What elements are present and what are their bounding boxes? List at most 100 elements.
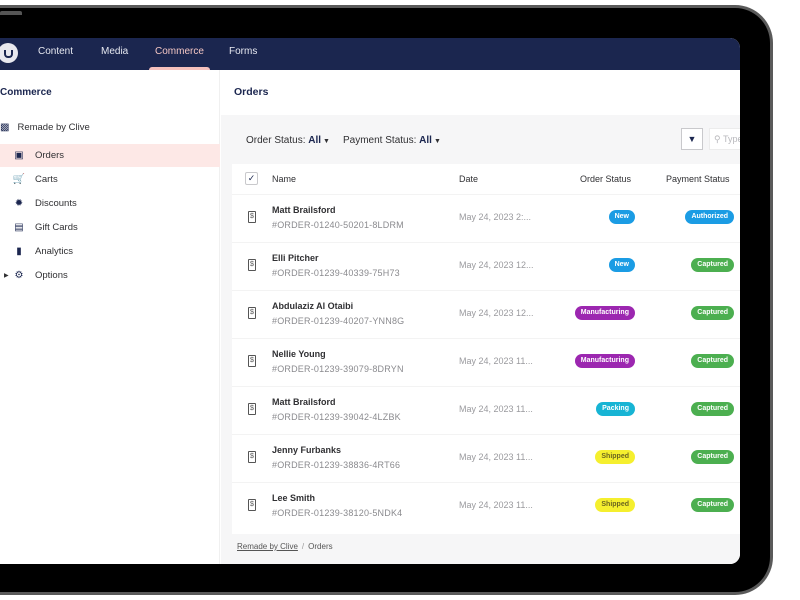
filter-label: Payment Status: — [343, 135, 417, 146]
order-date: May 24, 2023 11... — [459, 452, 533, 462]
breadcrumb: Remade by Clive / Orders — [237, 542, 333, 551]
order-number: #ORDER-01239-39079-8DRYN — [272, 364, 404, 374]
order-number: #ORDER-01240-50201-8LDRM — [272, 220, 404, 230]
sidebar-item-label: Gift Cards — [35, 222, 78, 233]
order-date: May 24, 2023 11... — [459, 500, 533, 510]
table-row[interactable]: $ Abdulaziz Al Otaibi #ORDER-01239-40207-Y… — [232, 290, 740, 338]
customer-name[interactable]: Nellie Young — [272, 349, 326, 359]
expand-caret-icon[interactable]: ▶ — [4, 272, 9, 279]
payment-status-badge: Captured — [691, 306, 734, 320]
column-header-order-status[interactable]: Order Status — [580, 174, 631, 184]
order-status-badge: Shipped — [595, 498, 635, 512]
order-date: May 24, 2023 11... — [459, 404, 533, 414]
customer-name[interactable]: Matt Brailsford — [272, 205, 336, 215]
order-date: May 24, 2023 11... — [459, 356, 533, 366]
customer-name[interactable]: Elli Pitcher — [272, 253, 319, 263]
filter-label: Order Status: — [246, 135, 306, 146]
table-row[interactable]: $ Nellie Young #ORDER-01239-39079-8DRYN May… — [232, 338, 740, 386]
order-status-badge: New — [608, 210, 635, 224]
order-number: #ORDER-01239-38836-4RT66 — [272, 460, 401, 470]
payment-status-badge: Captured — [691, 258, 734, 272]
chevron-down-icon: ▼ — [433, 138, 441, 145]
order-status-badge: Shipped — [595, 450, 635, 464]
breadcrumb-link-store[interactable]: Remade by Clive — [237, 542, 298, 551]
sidebar-item-label: Orders — [35, 150, 65, 161]
payment-status-badge: Captured — [691, 498, 734, 512]
store-icon: ▩ — [0, 122, 10, 133]
order-status-badge: Manufacturing — [574, 306, 635, 320]
chevron-down-icon: ▼ — [323, 138, 330, 145]
orders-table: ✓ Name Date Order Status Payment Status … — [232, 164, 740, 534]
breadcrumb-separator: / — [301, 542, 305, 551]
column-header-name[interactable]: Name — [272, 174, 296, 184]
nav-commerce[interactable]: Commerce — [149, 38, 210, 70]
customer-name[interactable]: Matt Brailsford — [272, 397, 336, 407]
order-date: May 24, 2023 12... — [459, 308, 534, 318]
order-date: May 24, 2023 2:... — [459, 212, 532, 222]
top-navigation: Content Media Commerce Forms — [0, 38, 740, 70]
order-status-badge: Manufacturing — [574, 354, 635, 368]
umbraco-logo-icon[interactable] — [0, 43, 18, 63]
chart-icon: ▮ — [16, 246, 22, 257]
column-header-date[interactable]: Date — [459, 174, 478, 184]
sidebar-store-label: Remade by Clive — [17, 122, 90, 133]
order-status-filter[interactable]: Order Status: All ▼ — [246, 135, 330, 146]
table-row[interactable]: $ Lee Smith #ORDER-01239-38120-5NDK4 May 24… — [232, 482, 740, 530]
column-header-payment-status[interactable]: Payment Status — [666, 174, 730, 184]
discount-icon: ✹ — [14, 198, 24, 209]
order-status-badge: New — [608, 258, 635, 272]
filter-button[interactable]: ▼ — [681, 128, 703, 150]
table-row[interactable]: $ Matt Brailsford #ORDER-01239-39042-4LZBK… — [232, 386, 740, 434]
payment-status-filter[interactable]: Payment Status: All ▼ — [343, 135, 441, 146]
hardware-button — [0, 11, 22, 15]
sidebar-item-analytics[interactable]: ▮ Analytics — [0, 240, 220, 263]
order-number: #ORDER-01239-39042-4LZBK — [272, 412, 401, 422]
order-icon: $ — [248, 355, 256, 367]
filter-value: All — [419, 135, 432, 146]
inbox-icon: ▣ — [14, 150, 24, 161]
sidebar-item-options[interactable]: ▶ ⚙ Options — [0, 264, 220, 287]
order-icon: $ — [248, 307, 256, 319]
sidebar-item-label: Analytics — [35, 246, 74, 257]
order-icon: $ — [248, 259, 256, 271]
sidebar: Commerce ▩ Remade by Clive ▣ Orders 🛒 Ca… — [0, 70, 220, 564]
gift-card-icon: ▤ — [14, 222, 24, 233]
search-input[interactable]: ⚲ Type — [709, 128, 740, 150]
nav-forms[interactable]: Forms — [229, 38, 257, 70]
customer-name[interactable]: Abdulaziz Al Otaibi — [272, 301, 353, 311]
customer-name[interactable]: Jenny Furbanks — [272, 445, 341, 455]
sidebar-item-gift-cards[interactable]: ▤ Gift Cards — [0, 216, 220, 239]
customer-name[interactable]: Lee Smith — [272, 493, 315, 503]
breadcrumb-current: Orders — [308, 542, 333, 551]
cart-icon: 🛒 — [12, 174, 26, 185]
payment-status-badge: Captured — [691, 354, 734, 368]
gear-icon: ⚙ — [14, 270, 24, 281]
sidebar-store[interactable]: ▩ Remade by Clive — [0, 122, 90, 133]
order-number: #ORDER-01239-40207-YNN8G — [272, 316, 405, 326]
table-row[interactable]: $ Elli Pitcher #ORDER-01239-40339-75H73 May… — [232, 242, 740, 290]
sidebar-item-orders[interactable]: ▣ Orders — [0, 144, 220, 167]
sidebar-item-label: Discounts — [35, 198, 77, 209]
select-all-checkbox[interactable]: ✓ — [245, 172, 258, 185]
table-row[interactable]: $ Matt Brailsford #ORDER-01240-50201-8LDRM… — [232, 194, 740, 242]
search-placeholder: Type — [722, 134, 740, 144]
sidebar-section-title: Commerce — [0, 87, 52, 98]
page-title: Orders — [234, 86, 269, 98]
filter-bar: Order Status: All ▼ Payment Status: All ▼ … — [221, 115, 740, 163]
sidebar-item-carts[interactable]: 🛒 Carts — [0, 168, 220, 191]
sidebar-item-discounts[interactable]: ✹ Discounts — [0, 192, 220, 215]
sidebar-item-label: Options — [35, 270, 68, 281]
order-status-badge: Packing — [596, 402, 635, 416]
table-row[interactable]: $ Jenny Furbanks #ORDER-01239-38836-4RT66 M… — [232, 434, 740, 482]
funnel-icon: ▼ — [687, 134, 697, 144]
order-number: #ORDER-01239-38120-5NDK4 — [272, 508, 403, 518]
main-header: Orders — [221, 70, 740, 115]
sidebar-item-label: Carts — [35, 174, 58, 185]
nav-content[interactable]: Content — [38, 38, 73, 70]
order-icon: $ — [248, 403, 256, 415]
order-icon: $ — [248, 211, 256, 223]
filter-value: All — [308, 135, 322, 146]
order-number: #ORDER-01239-40339-75H73 — [272, 268, 400, 278]
order-icon: $ — [248, 451, 256, 463]
nav-media[interactable]: Media — [101, 38, 128, 70]
